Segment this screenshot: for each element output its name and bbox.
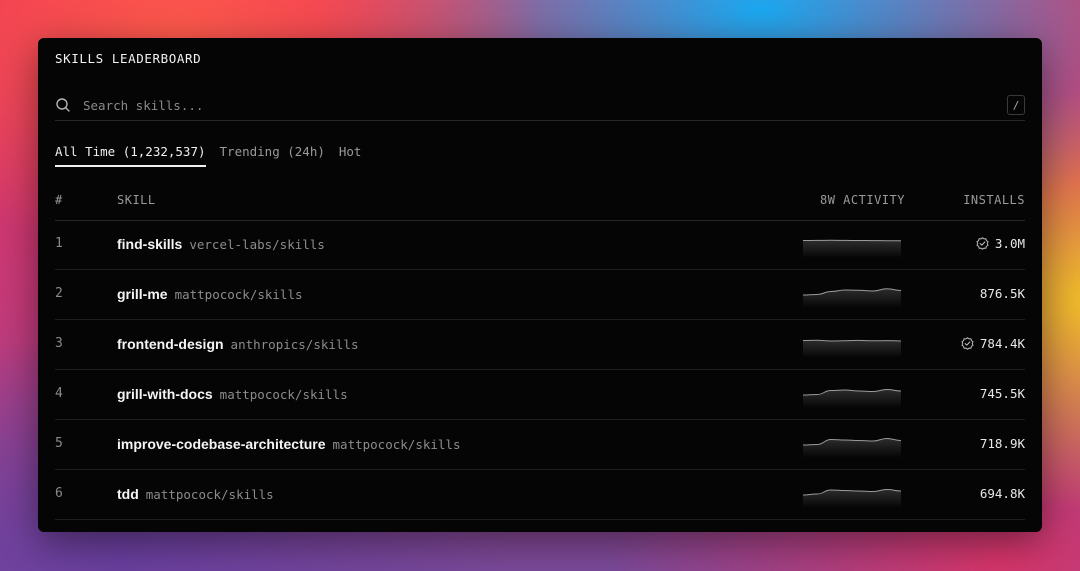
table-row[interactable]: 4 grill-with-docs mattpocock/skills 745.… — [55, 370, 1025, 420]
search-icon — [55, 97, 71, 113]
column-rank: # — [55, 193, 63, 207]
tab-all-time[interactable]: All Time (1,232,537) — [55, 144, 206, 167]
row-skill[interactable]: improve-codebase-architecture mattpocock… — [117, 436, 460, 452]
table-row[interactable]: 5 improve-codebase-architecture mattpoco… — [55, 420, 1025, 470]
table-row[interactable]: 3 frontend-design anthropics/skills 784.… — [55, 320, 1025, 370]
row-skill[interactable]: grill-me mattpocock/skills — [117, 286, 303, 302]
table-header: # SKILL 8W ACTIVITY INSTALLS — [55, 188, 1025, 221]
install-count: 3.0M — [994, 236, 1025, 251]
sparkline-area — [803, 340, 901, 358]
skill-name[interactable]: improve-codebase-architecture — [117, 436, 326, 452]
skill-name[interactable]: frontend-design — [117, 336, 224, 352]
row-skill[interactable]: tdd mattpocock/skills — [117, 486, 274, 502]
search-input[interactable] — [83, 97, 1007, 113]
row-rank: 4 — [55, 386, 63, 401]
install-count: 784.4K — [979, 336, 1025, 351]
tab-trending[interactable]: Trending (24h) — [220, 144, 325, 167]
verified-badge-icon — [961, 337, 974, 350]
skill-repo: anthropics/skills — [230, 337, 359, 352]
install-count: 745.5K — [979, 386, 1025, 401]
row-installs: 3.0M — [976, 236, 1025, 251]
row-skill[interactable]: find-skills vercel-labs/skills — [117, 236, 325, 252]
column-activity: 8W ACTIVITY — [820, 193, 905, 207]
table-row[interactable]: 1 find-skills vercel-labs/skills 3.0M — [55, 220, 1025, 270]
row-rank: 3 — [55, 336, 63, 351]
row-skill[interactable]: frontend-design anthropics/skills — [117, 336, 358, 352]
table-row[interactable]: 6 tdd mattpocock/skills 694.8K — [55, 470, 1025, 520]
activity-sparkline — [803, 239, 901, 258]
row-skill[interactable]: grill-with-docs mattpocock/skills — [117, 386, 348, 402]
activity-sparkline — [803, 488, 901, 508]
activity-sparkline — [803, 388, 901, 408]
activity-sparkline — [803, 288, 901, 308]
activity-sparkline — [803, 437, 901, 458]
row-installs: 784.4K — [961, 336, 1025, 351]
skill-repo: mattpocock/skills — [174, 287, 303, 302]
page-title: SKILLS LEADERBOARD — [55, 51, 202, 66]
search-shortcut-key[interactable]: / — [1007, 95, 1025, 115]
row-rank: 1 — [55, 236, 63, 251]
leaderboard-panel: SKILLS LEADERBOARD / All Time (1,232,537… — [38, 38, 1042, 532]
verified-badge-icon — [976, 237, 989, 250]
row-rank: 5 — [55, 436, 63, 451]
skill-repo: mattpocock/skills — [145, 487, 274, 502]
row-installs: 876.5K — [980, 286, 1025, 301]
row-installs: 745.5K — [980, 386, 1025, 401]
table-body: 1 find-skills vercel-labs/skills 3.0M 2 … — [55, 220, 1025, 520]
install-count: 694.8K — [979, 486, 1025, 501]
column-installs[interactable]: INSTALLS — [963, 193, 1025, 207]
row-rank: 2 — [55, 286, 63, 301]
row-installs: 718.9K — [980, 436, 1025, 451]
activity-sparkline — [803, 339, 901, 358]
skill-name[interactable]: grill-me — [117, 286, 168, 302]
sparkline-area — [803, 240, 901, 258]
tab-hot[interactable]: Hot — [339, 144, 362, 167]
skill-repo: mattpocock/skills — [332, 437, 461, 452]
leaderboard-tabs: All Time (1,232,537) Trending (24h) Hot — [55, 144, 361, 167]
skill-name[interactable]: grill-with-docs — [117, 386, 213, 402]
sparkline-line — [803, 239, 901, 242]
sparkline-area — [803, 438, 901, 458]
skill-repo: vercel-labs/skills — [189, 237, 325, 252]
column-skill: SKILL — [117, 193, 156, 207]
row-installs: 694.8K — [980, 486, 1025, 501]
skill-repo: mattpocock/skills — [219, 387, 348, 402]
install-count: 876.5K — [979, 286, 1025, 301]
search-bar: / — [55, 90, 1025, 121]
table-row[interactable]: 2 grill-me mattpocock/skills 876.5K — [55, 270, 1025, 320]
sparkline-area — [803, 489, 901, 508]
sparkline-area — [803, 288, 901, 308]
skill-name[interactable]: find-skills — [117, 236, 182, 252]
skill-name[interactable]: tdd — [117, 486, 139, 502]
row-rank: 6 — [55, 486, 63, 501]
sparkline-area — [803, 389, 901, 408]
install-count: 718.9K — [979, 436, 1025, 451]
